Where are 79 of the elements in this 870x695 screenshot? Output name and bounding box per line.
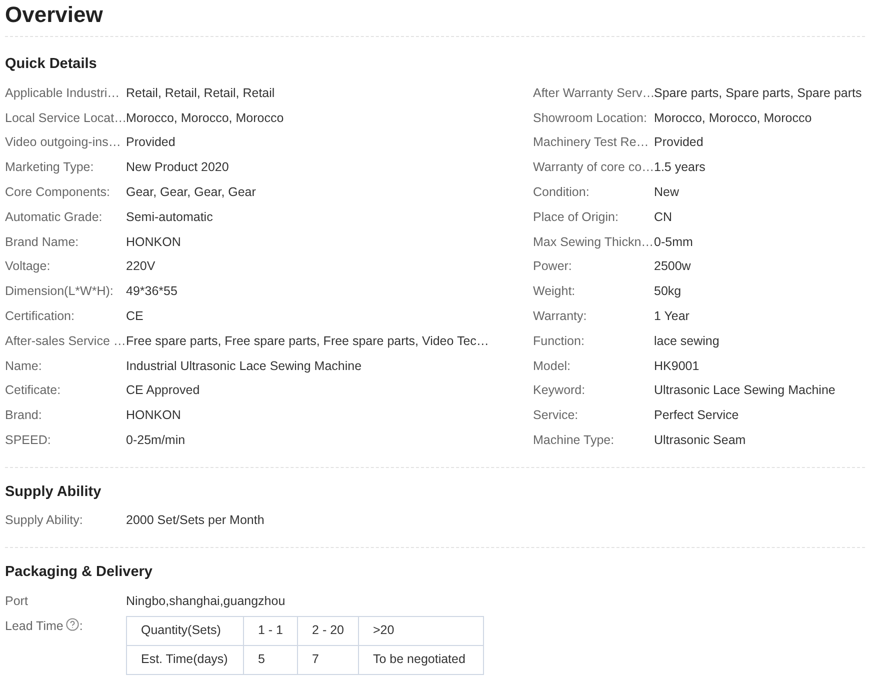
- table-cell: 1 - 1: [244, 616, 298, 646]
- label-colon: :: [79, 618, 83, 635]
- detail-value: New Product 2020: [126, 159, 229, 176]
- detail-value: 220V: [126, 258, 156, 276]
- detail-label: Dimension(L*W*H):: [5, 283, 114, 300]
- detail-label: Power:: [533, 258, 573, 276]
- table-cell: 7: [298, 645, 358, 674]
- detail-label: Port: [5, 593, 29, 610]
- table-cell: >20: [358, 616, 484, 646]
- detail-value: HONKON: [126, 407, 181, 424]
- detail-label: Keyword:: [533, 382, 586, 400]
- detail-value: HONKON: [126, 234, 181, 251]
- detail-label: Function:: [533, 332, 586, 350]
- table-cell: To be negotiated: [358, 645, 484, 674]
- detail-value: 2500w: [654, 258, 691, 276]
- detail-value: 50kg: [654, 283, 682, 300]
- table-cell: 2 - 20: [298, 616, 358, 646]
- detail-value: CE Approved: [126, 382, 200, 400]
- help-icon[interactable]: [66, 618, 80, 631]
- detail-label: Warranty:: [533, 308, 588, 325]
- detail-label: Voltage:: [5, 258, 52, 276]
- detail-label: Place of Origin:: [533, 208, 620, 226]
- detail-label: After Warranty Serv…: [533, 84, 654, 102]
- detail-value: lace sewing: [654, 332, 720, 350]
- detail-value: Morocco, Morocco, Morocco: [654, 110, 812, 127]
- detail-label: Marketing Type:: [5, 159, 95, 176]
- detail-value: 1 Year: [654, 308, 690, 325]
- detail-value: Retail, Retail, Retail, Retail: [126, 84, 275, 102]
- detail-label: Model:: [533, 358, 572, 375]
- detail-value: 2000 Set/Sets per Month: [126, 512, 264, 530]
- detail-value: Free spare parts, Free spare parts, Free spare parts, Video Tec…: [126, 332, 489, 350]
- detail-value: Ultrasonic Seam: [654, 432, 746, 449]
- table-cell: Quantity(Sets): [126, 616, 244, 646]
- detail-label: Certification:: [5, 308, 76, 325]
- section-heading: Packaging & Delivery: [5, 563, 154, 582]
- detail-value: Ningbo,shanghai,guangzhou: [126, 593, 286, 610]
- detail-value: Industrial Ultrasonic Lace Sewing Machine: [126, 358, 362, 375]
- detail-value: 0-25m/min: [126, 432, 186, 449]
- detail-value: 49*36*55: [126, 283, 178, 300]
- table-cell: 5: [244, 645, 298, 674]
- section-heading: Quick Details: [5, 55, 98, 74]
- detail-label: Lead Time: [5, 618, 64, 635]
- detail-value: 1.5 years: [654, 159, 706, 176]
- detail-label: Warranty of core co…: [533, 159, 654, 176]
- detail-label: Service:: [533, 407, 580, 424]
- detail-label: Brand Name:: [5, 234, 80, 251]
- detail-value: CN: [654, 208, 672, 226]
- detail-label: Brand:: [5, 407, 43, 424]
- detail-value: Semi-automatic: [126, 208, 213, 226]
- detail-value: CE: [126, 308, 144, 325]
- detail-label: Automatic Grade:: [5, 208, 104, 226]
- page-title: Overview: [5, 1, 104, 29]
- detail-label: Core Components:: [5, 184, 111, 201]
- detail-value: Perfect Service: [654, 407, 739, 424]
- detail-label: Name:: [5, 358, 43, 375]
- table-cell: Est. Time(days): [126, 645, 244, 674]
- detail-label: Video outgoing-ins…: [5, 134, 122, 152]
- detail-value: Spare parts, Spare parts, Spare parts: [654, 84, 862, 102]
- detail-value: Gear, Gear, Gear, Gear: [126, 184, 256, 201]
- detail-value: HK9001: [654, 358, 700, 375]
- detail-value: Provided: [126, 134, 176, 152]
- detail-value: New: [654, 184, 680, 201]
- detail-value: Ultrasonic Lace Sewing Machine: [654, 382, 836, 400]
- detail-value: Provided: [654, 134, 704, 152]
- detail-value: Morocco, Morocco, Morocco: [126, 110, 284, 127]
- detail-label: Weight:: [533, 283, 576, 300]
- detail-label: Applicable Industri…: [5, 84, 121, 102]
- detail-label: Local Service Locat…: [5, 110, 126, 127]
- section-heading: Supply Ability: [5, 482, 102, 502]
- detail-label: Showroom Location:: [533, 110, 648, 127]
- detail-label: After-sales Service …: [5, 332, 126, 350]
- detail-label: Cetificate:: [5, 382, 62, 400]
- detail-label: Supply Ability:: [5, 512, 84, 530]
- detail-label: Max Sewing Thickn…: [533, 234, 654, 251]
- detail-label: Machine Type:: [533, 432, 616, 449]
- detail-label: SPEED:: [5, 432, 52, 449]
- detail-value: 0-5mm: [654, 234, 693, 251]
- detail-label: Machinery Test Re…: [533, 134, 650, 152]
- detail-label: Condition:: [533, 184, 590, 201]
